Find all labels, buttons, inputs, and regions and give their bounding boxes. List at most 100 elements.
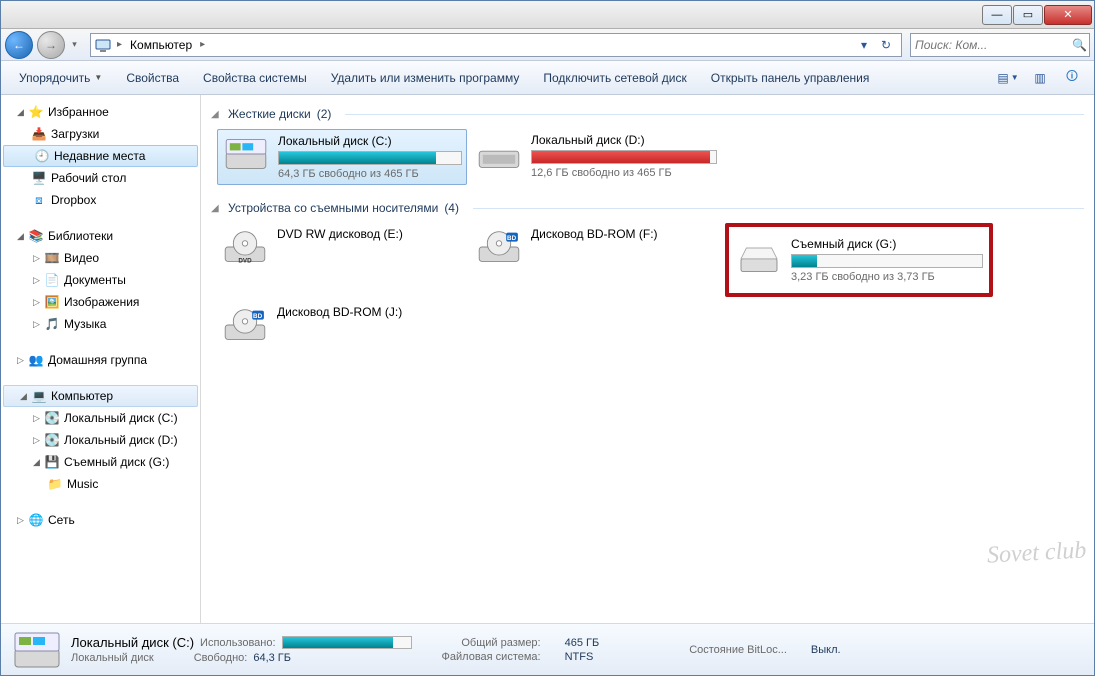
sidebar-item-music[interactable]: ▷🎵Музыка bbox=[1, 313, 200, 335]
expand-icon: ▷ bbox=[31, 413, 42, 424]
hdd-icon bbox=[222, 134, 270, 174]
arrow-left-icon: ← bbox=[13, 38, 25, 52]
network-icon: 🌐 bbox=[28, 512, 44, 528]
search-icon[interactable]: 🔍 bbox=[1072, 38, 1087, 52]
navbar: ← → ▾ ▸ Компьютер ▸ ▾ ↻ 🔍 bbox=[1, 29, 1094, 61]
sidebar-item-downloads[interactable]: 📥Загрузки bbox=[1, 123, 200, 145]
drive-name: Дисковод BD-ROM (J:) bbox=[277, 305, 463, 319]
map-drive-button[interactable]: Подключить сетевой диск bbox=[533, 67, 696, 89]
details-capacity-bar bbox=[282, 636, 412, 649]
section-count: (4) bbox=[444, 201, 459, 215]
details-title: Локальный диск (C:) bbox=[71, 635, 194, 650]
details-fs-value: NTFS bbox=[565, 651, 600, 663]
bd-icon: BD bbox=[221, 305, 269, 345]
drive-name: Локальный диск (C:) bbox=[278, 134, 462, 148]
computer-icon bbox=[95, 37, 111, 53]
uninstall-change-button[interactable]: Удалить или изменить программу bbox=[321, 67, 530, 89]
back-button[interactable]: ← bbox=[5, 31, 33, 59]
drive-name: Локальный диск (D:) bbox=[531, 133, 717, 147]
favorites-header[interactable]: ◢⭐Избранное bbox=[1, 101, 200, 123]
libraries-icon: 📚 bbox=[28, 228, 44, 244]
section-title: Жесткие диски bbox=[228, 107, 311, 121]
details-used-label: Использовано: bbox=[200, 637, 276, 649]
toolbar: Упорядочить▼ Свойства Свойства системы У… bbox=[1, 61, 1094, 95]
drive-name: Дисковод BD-ROM (F:) bbox=[531, 227, 717, 241]
video-icon: 🎞️ bbox=[44, 250, 60, 266]
minimize-button[interactable]: — bbox=[982, 5, 1012, 25]
collapse-icon: ◢ bbox=[211, 203, 222, 214]
capacity-bar bbox=[791, 254, 983, 268]
sidebar-item-recent[interactable]: 🕘Недавние места bbox=[3, 145, 198, 167]
watermark: Sovet club bbox=[986, 537, 1087, 569]
favorites-group: ◢⭐Избранное 📥Загрузки 🕘Недавние места 🖥️… bbox=[1, 101, 200, 211]
computer-header[interactable]: ◢💻Компьютер bbox=[3, 385, 198, 407]
details-bitlocker-label: Состояние BitLoc... bbox=[689, 644, 787, 656]
hdd-section-header[interactable]: ◢ Жесткие диски (2) bbox=[207, 105, 1088, 123]
breadcrumb-computer[interactable]: Компьютер bbox=[124, 36, 198, 54]
arrow-right-icon: → bbox=[45, 38, 57, 52]
sidebar-item-documents[interactable]: ▷📄Документы bbox=[1, 269, 200, 291]
drive-c[interactable]: Локальный диск (C:) 64,3 ГБ свободно из … bbox=[217, 129, 467, 185]
bd-icon: BD bbox=[475, 227, 523, 267]
drive-bd-j[interactable]: BD Дисковод BD-ROM (J:) bbox=[217, 301, 467, 349]
body: ◢⭐Избранное 📥Загрузки 🕘Недавние места 🖥️… bbox=[1, 95, 1094, 623]
homegroup-group: ▷👥Домашняя группа bbox=[1, 349, 200, 371]
sidebar-item-music-folder[interactable]: 📁Music bbox=[1, 473, 200, 495]
star-icon: ⭐ bbox=[28, 104, 44, 120]
sidebar-item-video[interactable]: ▷🎞️Видео bbox=[1, 247, 200, 269]
expand-icon: ▷ bbox=[15, 515, 26, 526]
preview-pane-button[interactable]: ▥ bbox=[1026, 66, 1054, 90]
details-free-label: Свободно: bbox=[194, 652, 248, 664]
address-bar[interactable]: ▸ Компьютер ▸ ▾ ↻ bbox=[90, 33, 902, 57]
expand-icon: ▷ bbox=[15, 355, 26, 366]
details-fs-label: Файловая система: bbox=[442, 651, 541, 663]
homegroup-header[interactable]: ▷👥Домашняя группа bbox=[1, 349, 200, 371]
folder-icon: 📁 bbox=[47, 476, 63, 492]
desktop-icon: 🖥️ bbox=[31, 170, 47, 186]
search-input[interactable] bbox=[915, 38, 1072, 52]
sidebar-item-dropbox[interactable]: ⧈Dropbox bbox=[1, 189, 200, 211]
search-box[interactable]: 🔍 bbox=[910, 33, 1090, 57]
drive-d[interactable]: Локальный диск (D:) 12,6 ГБ свободно из … bbox=[471, 129, 721, 185]
collapse-icon: ◢ bbox=[15, 107, 26, 118]
details-total-label: Общий размер: bbox=[442, 637, 541, 649]
recent-icon: 🕘 bbox=[34, 148, 50, 164]
close-button[interactable]: ✕ bbox=[1044, 5, 1092, 25]
download-icon: 📥 bbox=[31, 126, 47, 142]
details-text: Локальный диск (C:) Использовано: Локаль… bbox=[71, 635, 412, 664]
libraries-header[interactable]: ◢📚Библиотеки bbox=[1, 225, 200, 247]
nav-history-dropdown[interactable]: ▾ bbox=[69, 39, 80, 50]
collapse-icon: ◢ bbox=[18, 391, 29, 402]
sidebar-item-images[interactable]: ▷🖼️Изображения bbox=[1, 291, 200, 313]
removable-section-header[interactable]: ◢ Устройства со съемными носителями (4) bbox=[207, 199, 1088, 217]
divider bbox=[473, 208, 1084, 209]
sidebar-item-drive-d[interactable]: ▷💽Локальный диск (D:) bbox=[1, 429, 200, 451]
collapse-icon: ◢ bbox=[15, 231, 26, 242]
details-grid: Общий размер:465 ГБ Файловая система:NTF… bbox=[442, 637, 600, 663]
drive-g-removable[interactable]: Съемный диск (G:) 3,23 ГБ свободно из 3,… bbox=[725, 223, 993, 297]
drive-status: 3,23 ГБ свободно из 3,73 ГБ bbox=[791, 271, 983, 283]
system-properties-button[interactable]: Свойства системы bbox=[193, 67, 317, 89]
expand-icon: ▷ bbox=[31, 275, 42, 286]
sidebar-item-drive-g[interactable]: ◢💾Съемный диск (G:) bbox=[1, 451, 200, 473]
network-header[interactable]: ▷🌐Сеть bbox=[1, 509, 200, 531]
view-options-button[interactable]: ▤▼ bbox=[994, 66, 1022, 90]
chevron-down-icon: ▼ bbox=[1011, 73, 1019, 82]
section-count: (2) bbox=[317, 107, 332, 121]
addressbar-dropdown[interactable]: ▾ bbox=[853, 34, 875, 56]
computer-group: ◢💻Компьютер ▷💽Локальный диск (C:) ▷💽Лока… bbox=[1, 385, 200, 495]
drive-bd-f[interactable]: BD Дисковод BD-ROM (F:) bbox=[471, 223, 721, 297]
forward-button[interactable]: → bbox=[37, 31, 65, 59]
details-bitlocker-value: Выкл. bbox=[811, 644, 841, 656]
maximize-button[interactable]: ▭ bbox=[1013, 5, 1043, 25]
sidebar-item-desktop[interactable]: 🖥️Рабочий стол bbox=[1, 167, 200, 189]
sidebar-item-drive-c[interactable]: ▷💽Локальный диск (C:) bbox=[1, 407, 200, 429]
drive-dvd[interactable]: DVD DVD RW дисковод (E:) bbox=[217, 223, 467, 297]
organize-button[interactable]: Упорядочить▼ bbox=[9, 67, 112, 89]
properties-button[interactable]: Свойства bbox=[116, 67, 189, 89]
drive-name: Съемный диск (G:) bbox=[791, 237, 983, 251]
control-panel-button[interactable]: Открыть панель управления bbox=[701, 67, 880, 89]
details-free-value: 64,3 ГБ bbox=[253, 652, 291, 664]
refresh-button[interactable]: ↻ bbox=[875, 34, 897, 56]
help-button[interactable]: 🛈 bbox=[1058, 66, 1086, 90]
